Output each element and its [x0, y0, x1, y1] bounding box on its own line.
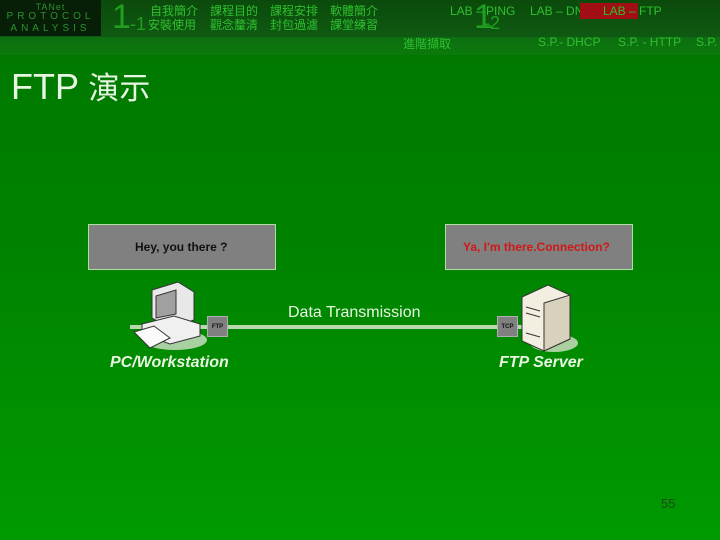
- course-logo: TANet PROTOCOL ANALYSIS: [0, 0, 101, 36]
- nav-sp-dhcp[interactable]: S.P.- DHCP: [538, 36, 600, 49]
- nav-advanced[interactable]: 進階擷取: [403, 38, 451, 51]
- nav-sp-more[interactable]: S.P.: [696, 36, 717, 49]
- logo-line3: ANALYSIS: [10, 23, 91, 34]
- nav-practice[interactable]: 課堂練習: [330, 19, 378, 32]
- slide-title: FTP 演示: [11, 67, 150, 109]
- nav-intro[interactable]: 自我簡介: [150, 5, 198, 18]
- section-1-number: 1: [112, 0, 131, 36]
- server-icon: [521, 284, 578, 352]
- sub-nav-bar: [0, 37, 720, 55]
- nav-sp-http[interactable]: S.P. - HTTP: [618, 36, 681, 49]
- title-latin: FTP: [11, 66, 79, 107]
- server-message-box: Ya, I'm there.Connection?: [445, 224, 633, 270]
- workstation-icon: [133, 281, 207, 350]
- section-1-sub: -1: [130, 14, 147, 34]
- nav-filter[interactable]: 封包過濾: [270, 19, 318, 32]
- data-transmission-label: Data Transmission: [288, 304, 421, 321]
- server-tcp-tag: TCP: [497, 316, 518, 337]
- client-message: Hey, you there ?: [135, 240, 228, 254]
- client-ftp-tag: FTP: [207, 316, 228, 337]
- nav-purpose[interactable]: 課程目的: [210, 5, 258, 18]
- client-message-box: Hey, you there ?: [88, 224, 276, 270]
- nav-schedule[interactable]: 課程安排: [270, 5, 318, 18]
- nav-software[interactable]: 軟體簡介: [330, 5, 378, 18]
- page-number: 55: [661, 496, 676, 511]
- nav-lab-ftp[interactable]: LAB – FTP: [603, 5, 662, 18]
- nav-lab-ping[interactable]: LAB – PING: [450, 5, 515, 18]
- title-cjk: 演示: [88, 71, 151, 107]
- nav-install[interactable]: 安裝使用: [148, 19, 196, 32]
- nav-concepts[interactable]: 觀念釐清: [210, 19, 258, 32]
- client-label: PC/Workstation: [110, 354, 229, 371]
- server-message: Ya, I'm there.Connection?: [463, 240, 610, 254]
- server-label: FTP Server: [499, 354, 583, 371]
- logo-line2: PROTOCOL: [6, 11, 95, 22]
